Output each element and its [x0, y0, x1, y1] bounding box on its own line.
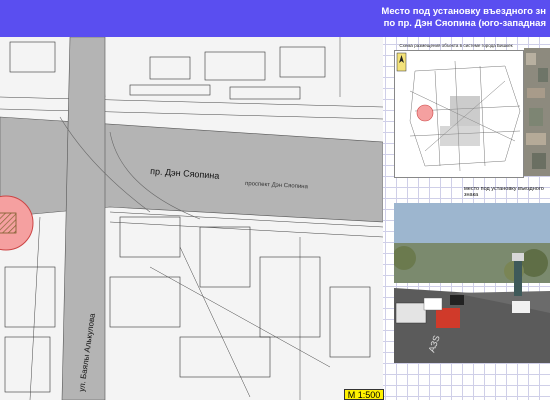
title-line-2: по пр. Дэн Сяопина (юго-западная	[383, 18, 546, 29]
title-banner: Место под установку въездного зн по пр. …	[0, 0, 550, 37]
city-location-scheme[interactable]	[394, 50, 524, 178]
north-arrow-icon	[396, 52, 407, 72]
scheme-title: Схема размещения объекта в системе город…	[399, 43, 513, 48]
site-plan-map[interactable]: пр. Дэн Сяопина проспект Дэн Сяопина ул.…	[0, 37, 383, 400]
aerial-thumbnail	[524, 48, 550, 176]
title-line-1: Место под установку въездного зн	[381, 6, 546, 17]
street-photo: АЗS	[394, 203, 550, 363]
scheme-site-marker	[416, 104, 434, 122]
photo-caption: место под установку въездного знака	[464, 186, 544, 198]
scale-label: М 1:500	[344, 389, 384, 400]
